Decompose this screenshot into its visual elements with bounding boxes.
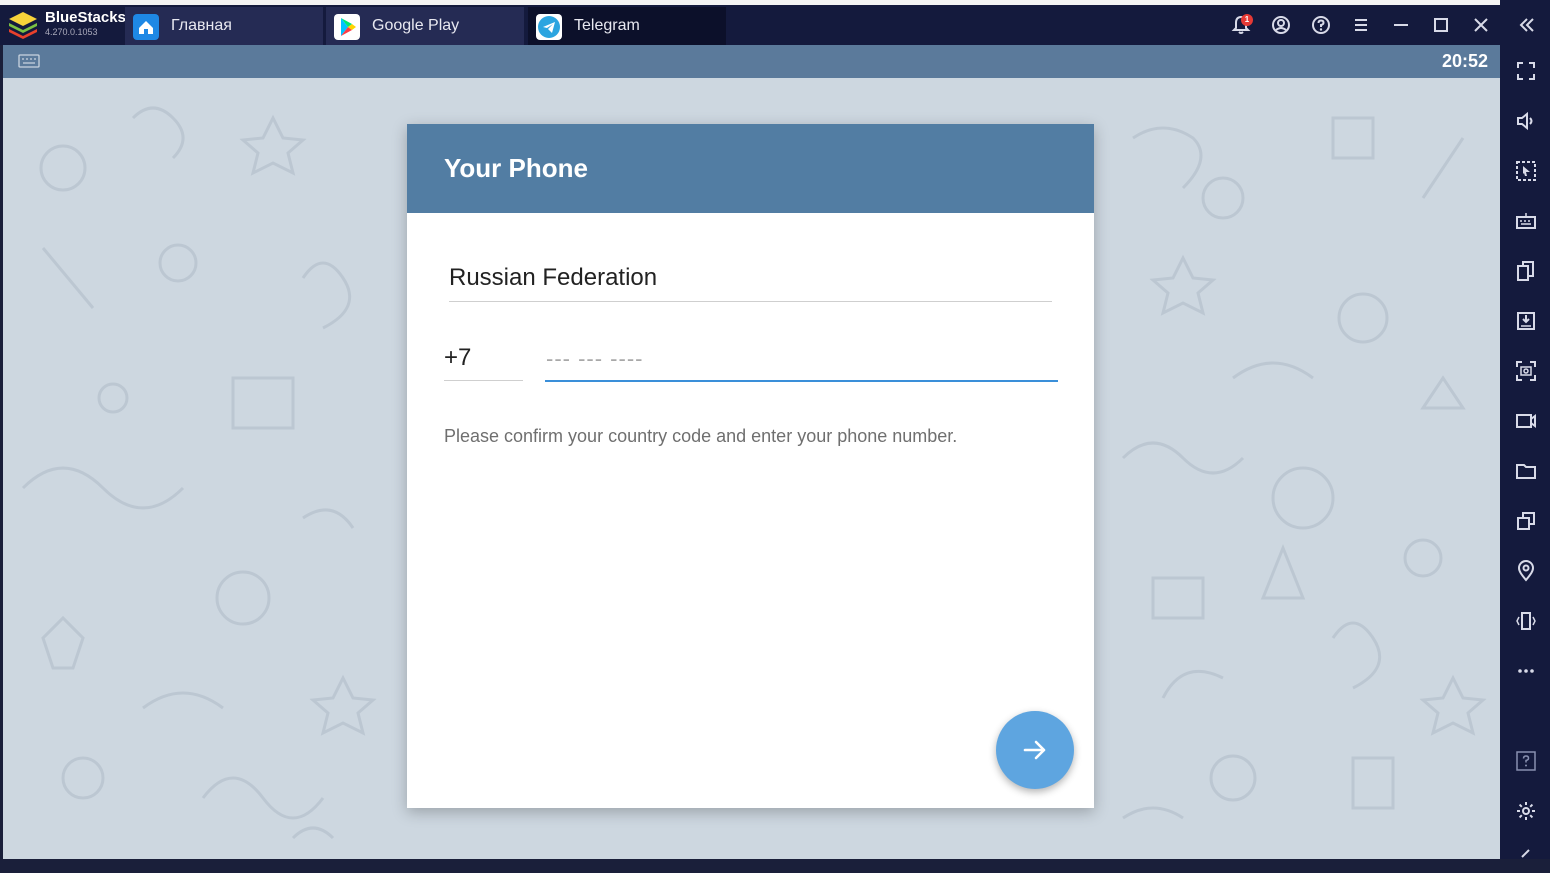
menu-icon[interactable] (1350, 14, 1372, 36)
faq-icon[interactable] (1515, 750, 1537, 772)
account-icon[interactable] (1270, 14, 1292, 36)
phone-input-underline (545, 380, 1058, 382)
next-button[interactable] (996, 711, 1074, 789)
keyboard-controls-icon[interactable] (1515, 210, 1537, 232)
more-options-icon[interactable] (1515, 660, 1537, 682)
shake-icon[interactable] (1515, 610, 1537, 632)
country-underline (449, 301, 1052, 302)
minimize-icon[interactable] (1390, 14, 1412, 36)
tab-google-play[interactable]: Google Play (326, 7, 524, 45)
phone-login-card: Your Phone Russian Federation +7 Please … (407, 124, 1094, 808)
tab-telegram[interactable]: Telegram (528, 7, 726, 45)
phone-number-input[interactable] (546, 342, 1058, 376)
keyboard-icon (18, 54, 40, 68)
instruction-text: Please confirm your country code and ent… (444, 426, 958, 446)
folder-icon[interactable] (1515, 460, 1537, 482)
tab-home-label: Главная (171, 17, 232, 34)
android-status-bar: 20:52 (3, 45, 1500, 78)
help-icon[interactable] (1310, 14, 1332, 36)
telegram-icon (536, 14, 562, 40)
page-title: Your Phone (444, 153, 588, 183)
fullscreen-icon[interactable] (1515, 60, 1537, 82)
bluestacks-logo-icon (9, 12, 37, 39)
arrow-right-icon (1023, 740, 1046, 760)
multi-instance-icon[interactable] (1515, 260, 1537, 282)
tab-telegram-label: Telegram (574, 17, 640, 34)
titlebar: BlueStacks 4.270.0.1053 Главная Google P… (0, 5, 1500, 45)
maximize-icon[interactable] (1430, 14, 1452, 36)
close-icon[interactable] (1470, 14, 1492, 36)
volume-icon[interactable] (1515, 110, 1537, 132)
multi-window-icon[interactable] (1515, 510, 1537, 532)
app-version: 4.270.0.1053 (45, 27, 98, 37)
screenshot-icon[interactable] (1515, 360, 1537, 382)
app-name: BlueStacks (45, 9, 126, 26)
collapse-sidebar-icon[interactable] (1515, 14, 1537, 36)
back-arrow-icon[interactable] (1515, 846, 1537, 868)
record-video-icon[interactable] (1515, 410, 1537, 432)
country-selector[interactable]: Russian Federation (449, 264, 657, 292)
country-code-underline (444, 380, 523, 381)
install-apk-icon[interactable] (1515, 310, 1537, 332)
status-clock: 20:52 (1441, 51, 1488, 71)
home-icon (133, 14, 159, 40)
right-toolbar (1500, 0, 1550, 859)
pointer-mode-icon[interactable] (1515, 160, 1537, 182)
card-header: Your Phone (407, 124, 1094, 213)
notification-count-badge: 1 (1241, 14, 1253, 26)
country-code-field[interactable]: +7 (444, 344, 471, 372)
tab-google-play-label: Google Play (372, 17, 460, 34)
settings-gear-icon[interactable] (1515, 800, 1537, 822)
google-play-icon (334, 14, 360, 40)
location-icon[interactable] (1515, 560, 1537, 582)
tab-home[interactable]: Главная (125, 7, 323, 45)
